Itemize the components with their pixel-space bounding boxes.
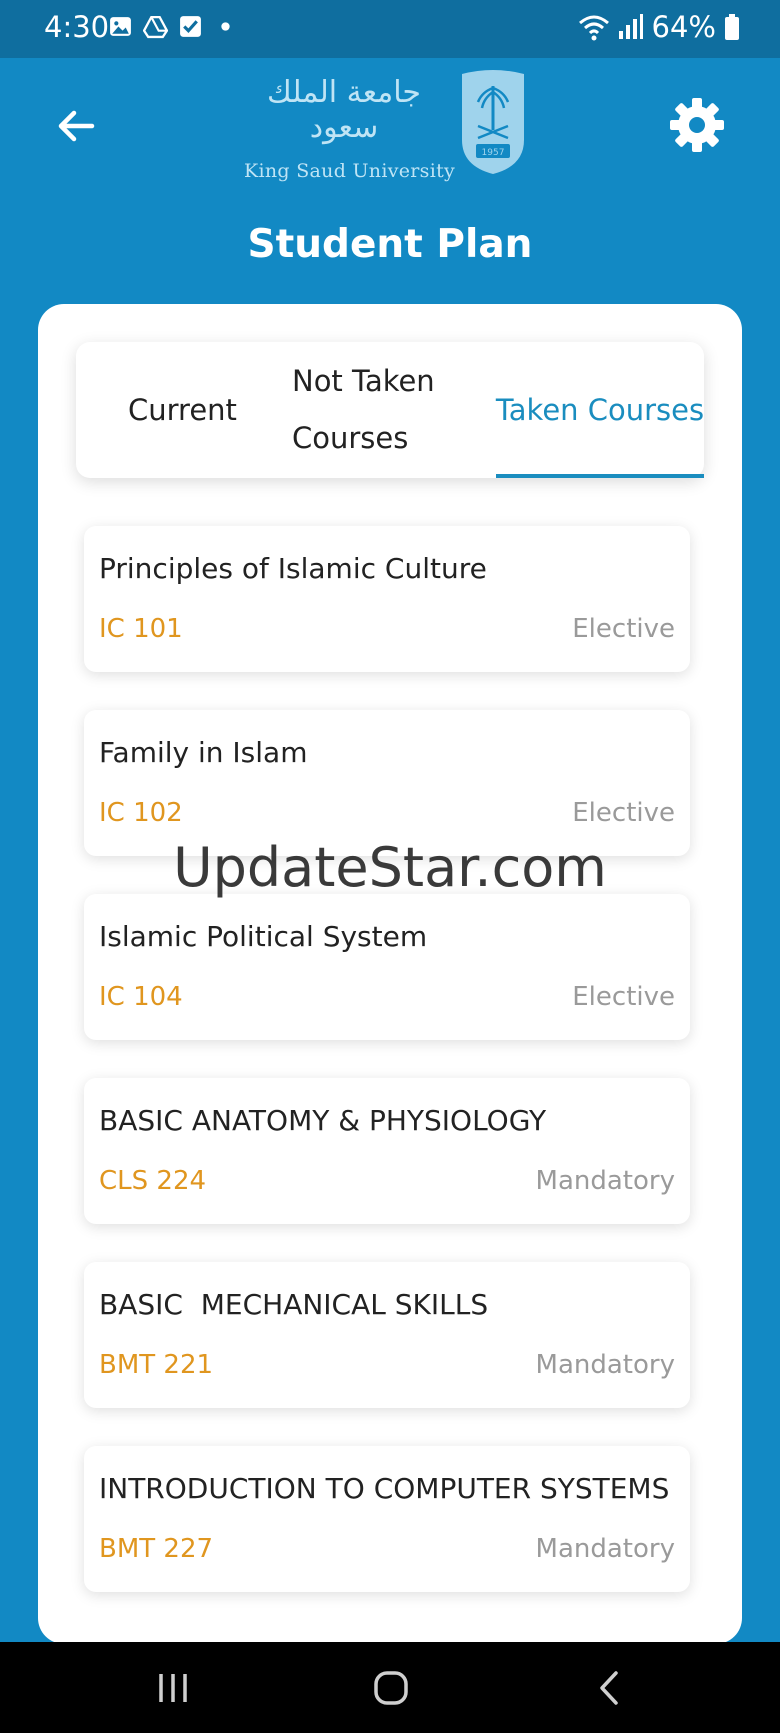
course-name: BASIC ANATOMY & PHYSIOLOGY [99, 1104, 547, 1137]
course-name: Islamic Political System [99, 920, 428, 953]
status-bar: 4:30 64% [0, 0, 780, 58]
status-time: 4:30 [44, 10, 110, 44]
back-button[interactable] [52, 102, 100, 150]
signal-icon [618, 14, 643, 39]
course-code: CLS 224 [99, 1166, 207, 1196]
logo-arabic-text: جامعة الملك سعود [267, 75, 421, 145]
home-icon [374, 1671, 408, 1705]
course-name: Family in Islam [99, 736, 308, 769]
dot-icon [221, 22, 230, 31]
course-card[interactable]: Family in Islam IC 102 Elective [84, 710, 690, 856]
logo-english-text: King Saud University [244, 160, 456, 182]
course-card[interactable]: Principles of Islamic Culture IC 101 Ele… [84, 526, 690, 672]
course-card[interactable]: BASIC MECHANICAL SKILLS BMT 221 Mandator… [84, 1262, 690, 1408]
crest-year: 1957 [482, 148, 505, 158]
battery-icon [725, 14, 739, 40]
course-type: Mandatory [535, 1166, 675, 1196]
tab-not-taken-courses[interactable]: Not Taken Courses [292, 342, 452, 478]
course-name: INTRODUCTION TO COMPUTER SYSTEMS [99, 1472, 670, 1505]
wifi-icon [578, 15, 609, 41]
page-title: Student Plan [247, 222, 533, 267]
arrow-left-icon [58, 110, 95, 142]
content-card: Current Not Taken Courses Taken Courses … [38, 304, 742, 1644]
course-code: IC 104 [99, 982, 183, 1012]
course-type: Mandatory [535, 1350, 675, 1380]
settings-button[interactable] [668, 96, 726, 154]
course-type: Elective [572, 614, 675, 644]
course-name: BASIC MECHANICAL SKILLS [99, 1288, 489, 1321]
course-code: BMT 221 [99, 1350, 214, 1380]
recents-icon [159, 1674, 187, 1702]
course-type: Mandatory [535, 1534, 675, 1564]
tab-bar: Current Not Taken Courses Taken Courses [76, 342, 704, 478]
status-right: 64% [578, 10, 740, 44]
active-tab-indicator [496, 474, 704, 478]
system-nav-bar [0, 1642, 780, 1733]
course-code: IC 101 [99, 614, 183, 644]
course-card[interactable]: INTRODUCTION TO COMPUTER SYSTEMS BMT 227… [84, 1446, 690, 1592]
gear-icon [670, 98, 724, 152]
course-card[interactable]: BASIC ANATOMY & PHYSIOLOGY CLS 224 Manda… [84, 1078, 690, 1224]
course-type: Elective [572, 982, 675, 1012]
drive-icon [143, 15, 168, 39]
recents-button[interactable] [151, 1666, 195, 1710]
app-header: جامعة الملك سعود King Saud University 19… [0, 58, 780, 298]
watermark: UpdateStar.com [173, 836, 607, 899]
ksu-logo: جامعة الملك سعود King Saud University 19… [240, 70, 530, 186]
course-code: IC 102 [99, 798, 183, 828]
crest-icon: 1957 [462, 70, 524, 174]
tab-current[interactable]: Current [128, 342, 278, 478]
checkbox-icon [180, 16, 201, 37]
notification-icons [108, 14, 238, 39]
course-card[interactable]: Islamic Political System IC 104 Elective [84, 894, 690, 1040]
course-code: BMT 227 [99, 1534, 214, 1564]
course-type: Elective [572, 798, 675, 828]
tab-taken-courses[interactable]: Taken Courses [496, 342, 704, 478]
system-back-button[interactable] [588, 1666, 632, 1710]
course-list: Principles of Islamic Culture IC 101 Ele… [84, 526, 690, 1630]
image-icon [110, 17, 131, 36]
battery-percent: 64% [651, 10, 716, 44]
chevron-left-icon [600, 1671, 618, 1705]
home-button[interactable] [369, 1666, 413, 1710]
course-name: Principles of Islamic Culture [99, 552, 487, 585]
